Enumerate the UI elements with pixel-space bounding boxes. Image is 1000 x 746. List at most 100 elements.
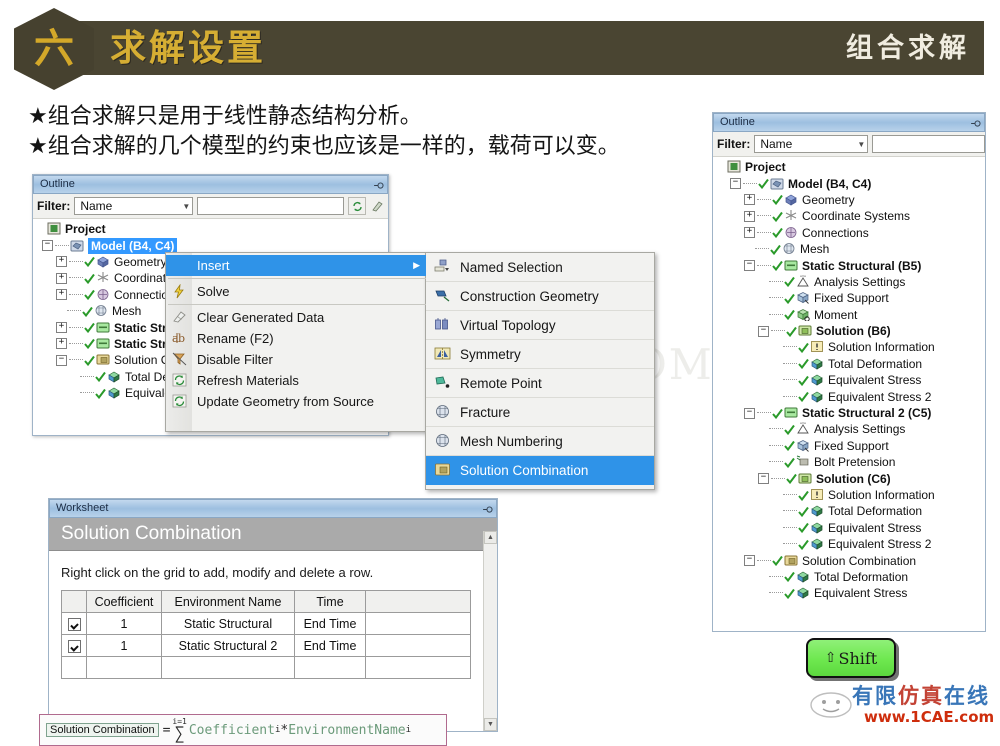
right-filter-input[interactable] <box>872 135 985 153</box>
row-checkbox-cell[interactable] <box>61 612 87 635</box>
scroll-down-button[interactable]: ▼ <box>484 718 497 731</box>
cell-blank <box>365 656 471 679</box>
tree-row[interactable]: Equivalent Stress <box>716 520 985 536</box>
submenu-item-symmetry[interactable]: Symmetry <box>426 340 654 369</box>
cell-coefficient[interactable]: 1 <box>86 634 162 657</box>
tree-row[interactable]: Mesh <box>716 241 985 257</box>
table-row-empty[interactable] <box>61 656 471 679</box>
expand-toggle[interactable]: + <box>56 322 67 334</box>
table-row[interactable]: 1 Static Structural End Time <box>61 612 471 635</box>
expand-toggle[interactable]: + <box>56 289 67 301</box>
tree-row[interactable]: + Geometry <box>716 192 985 208</box>
submenu-item-remote-point[interactable]: Remote Point <box>426 369 654 398</box>
summation-symbol: i=1 ∑ <box>172 717 186 744</box>
right-filter-select[interactable]: Name ▼ <box>754 135 869 153</box>
tree-row[interactable]: + Coordinate Systems <box>716 208 985 224</box>
tree-label: Static Structural (B5) <box>802 258 922 273</box>
tree-row[interactable]: Bolt Pretension <box>716 454 985 470</box>
submenu-item-mesh-numbering[interactable]: Mesh Numbering <box>426 427 654 456</box>
menu-item-solve[interactable]: Solve <box>166 281 426 302</box>
tree-row[interactable]: − Solution (C6) <box>716 470 985 486</box>
formula-term-2: EnvironmentName <box>288 722 406 738</box>
tree-row[interactable]: − Solution Combination <box>716 552 985 568</box>
svg-text:b: b <box>178 332 185 345</box>
tree-row[interactable]: Total Deformation <box>716 503 985 519</box>
worksheet-scrollbar[interactable]: ▲ ▼ <box>483 531 497 731</box>
menu-item-clear-generated-data[interactable]: Clear Generated Data <box>166 307 426 328</box>
tree-row[interactable]: Equivalent Stress <box>716 585 985 601</box>
collapse-toggle[interactable]: − <box>744 407 755 419</box>
expand-toggle[interactable]: + <box>744 210 755 222</box>
status-check-icon <box>784 309 795 321</box>
refresh-filter-button[interactable] <box>348 197 367 215</box>
tree-row[interactable]: − Model (B4, C4) <box>716 175 985 191</box>
tree-row[interactable]: Equivalent Stress 2 <box>716 536 985 552</box>
expand-toggle[interactable]: + <box>56 256 67 268</box>
left-filter-row: Filter: Name ▼ <box>33 194 388 219</box>
shift-key-button[interactable]: ⇧ Shift <box>806 638 896 678</box>
cell-environment[interactable]: Static Structural <box>161 612 295 635</box>
submenu-item-solution-combination[interactable]: Solution Combination <box>426 456 654 485</box>
tree-row[interactable]: − Static Structural (B5) <box>716 257 985 273</box>
row-checkbox[interactable] <box>67 617 81 631</box>
tree-row[interactable]: Equivalent Stress <box>716 372 985 388</box>
collapse-toggle[interactable]: − <box>744 555 755 567</box>
pin-icon[interactable]: ⚲ <box>478 505 495 513</box>
menu-item-disable-filter[interactable]: Disable Filter <box>166 349 426 370</box>
tree-row[interactable]: − Solution (B6) <box>716 323 985 339</box>
tree-row[interactable]: Total Deformation <box>716 356 985 372</box>
model-icon <box>770 177 785 191</box>
menu-item-insert[interactable]: Insert ▶ <box>166 255 426 276</box>
tree-row[interactable]: Moment <box>716 307 985 323</box>
tree-row[interactable]: Analysis Settings <box>716 274 985 290</box>
cell-environment[interactable]: Static Structural 2 <box>161 634 295 657</box>
submenu-item-virtual-topology[interactable]: Virtual Topology <box>426 311 654 340</box>
clear-filter-button[interactable] <box>370 198 386 214</box>
menu-item-refresh-materials[interactable]: Refresh Materials <box>166 370 426 391</box>
pin-icon[interactable]: ⚲ <box>369 181 386 189</box>
submenu-item-construction-geometry[interactable]: Construction Geometry <box>426 282 654 311</box>
tree-row[interactable]: Total Deformation <box>716 569 985 585</box>
collapse-toggle[interactable]: − <box>758 473 769 485</box>
submenu-item-fracture[interactable]: Fracture <box>426 398 654 427</box>
collapse-toggle[interactable]: − <box>42 240 53 252</box>
tree-row-project[interactable]: Project <box>36 221 388 237</box>
scroll-up-button[interactable]: ▲ <box>484 531 497 544</box>
collapse-toggle[interactable]: − <box>758 325 769 337</box>
tree-row[interactable]: − Static Structural 2 (C5) <box>716 405 985 421</box>
watermark-url: www.1CAE.com <box>864 708 995 726</box>
row-checkbox-cell[interactable] <box>61 634 87 657</box>
rename-ab-icon: ab <box>172 331 189 347</box>
tree-row[interactable]: Fixed Support <box>716 438 985 454</box>
sigma-icon: ∑ <box>174 723 185 744</box>
table-row[interactable]: 1 Static Structural 2 End Time <box>61 634 471 657</box>
tree-row[interactable]: Solution Information <box>716 487 985 503</box>
tree-row[interactable]: Analysis Settings <box>716 421 985 437</box>
right-filter-label: Filter: <box>717 137 751 151</box>
solution-icon <box>798 324 813 338</box>
cell-coefficient[interactable]: 1 <box>86 612 162 635</box>
left-filter-input[interactable] <box>197 197 345 215</box>
tree-row[interactable]: Project <box>716 159 985 175</box>
right-outline-title: Outline ⚲ <box>713 113 985 132</box>
tree-row[interactable]: Equivalent Stress 2 <box>716 388 985 404</box>
cell-time[interactable]: End Time <box>294 612 366 635</box>
tree-row[interactable]: Fixed Support <box>716 290 985 306</box>
pin-icon[interactable]: ⚲ <box>966 119 983 127</box>
expand-toggle[interactable]: + <box>744 194 755 206</box>
expand-toggle[interactable]: + <box>56 338 67 350</box>
cell-time[interactable]: End Time <box>294 634 366 657</box>
submenu-item-named-selection[interactable]: Named Selection <box>426 253 654 282</box>
collapse-toggle[interactable]: − <box>730 178 741 190</box>
expand-toggle[interactable]: + <box>744 227 755 239</box>
menu-item-rename[interactable]: ab Rename (F2) <box>166 328 426 349</box>
menu-item-update-geometry-from-source[interactable]: Update Geometry from Source <box>166 391 426 412</box>
collapse-toggle[interactable]: − <box>744 260 755 272</box>
collapse-toggle[interactable]: − <box>56 354 67 366</box>
status-check-icon <box>798 522 809 534</box>
left-filter-select[interactable]: Name ▼ <box>74 197 194 215</box>
expand-toggle[interactable]: + <box>56 272 67 284</box>
row-checkbox[interactable] <box>67 639 81 653</box>
tree-row[interactable]: + Connections <box>716 225 985 241</box>
tree-row[interactable]: Solution Information <box>716 339 985 355</box>
